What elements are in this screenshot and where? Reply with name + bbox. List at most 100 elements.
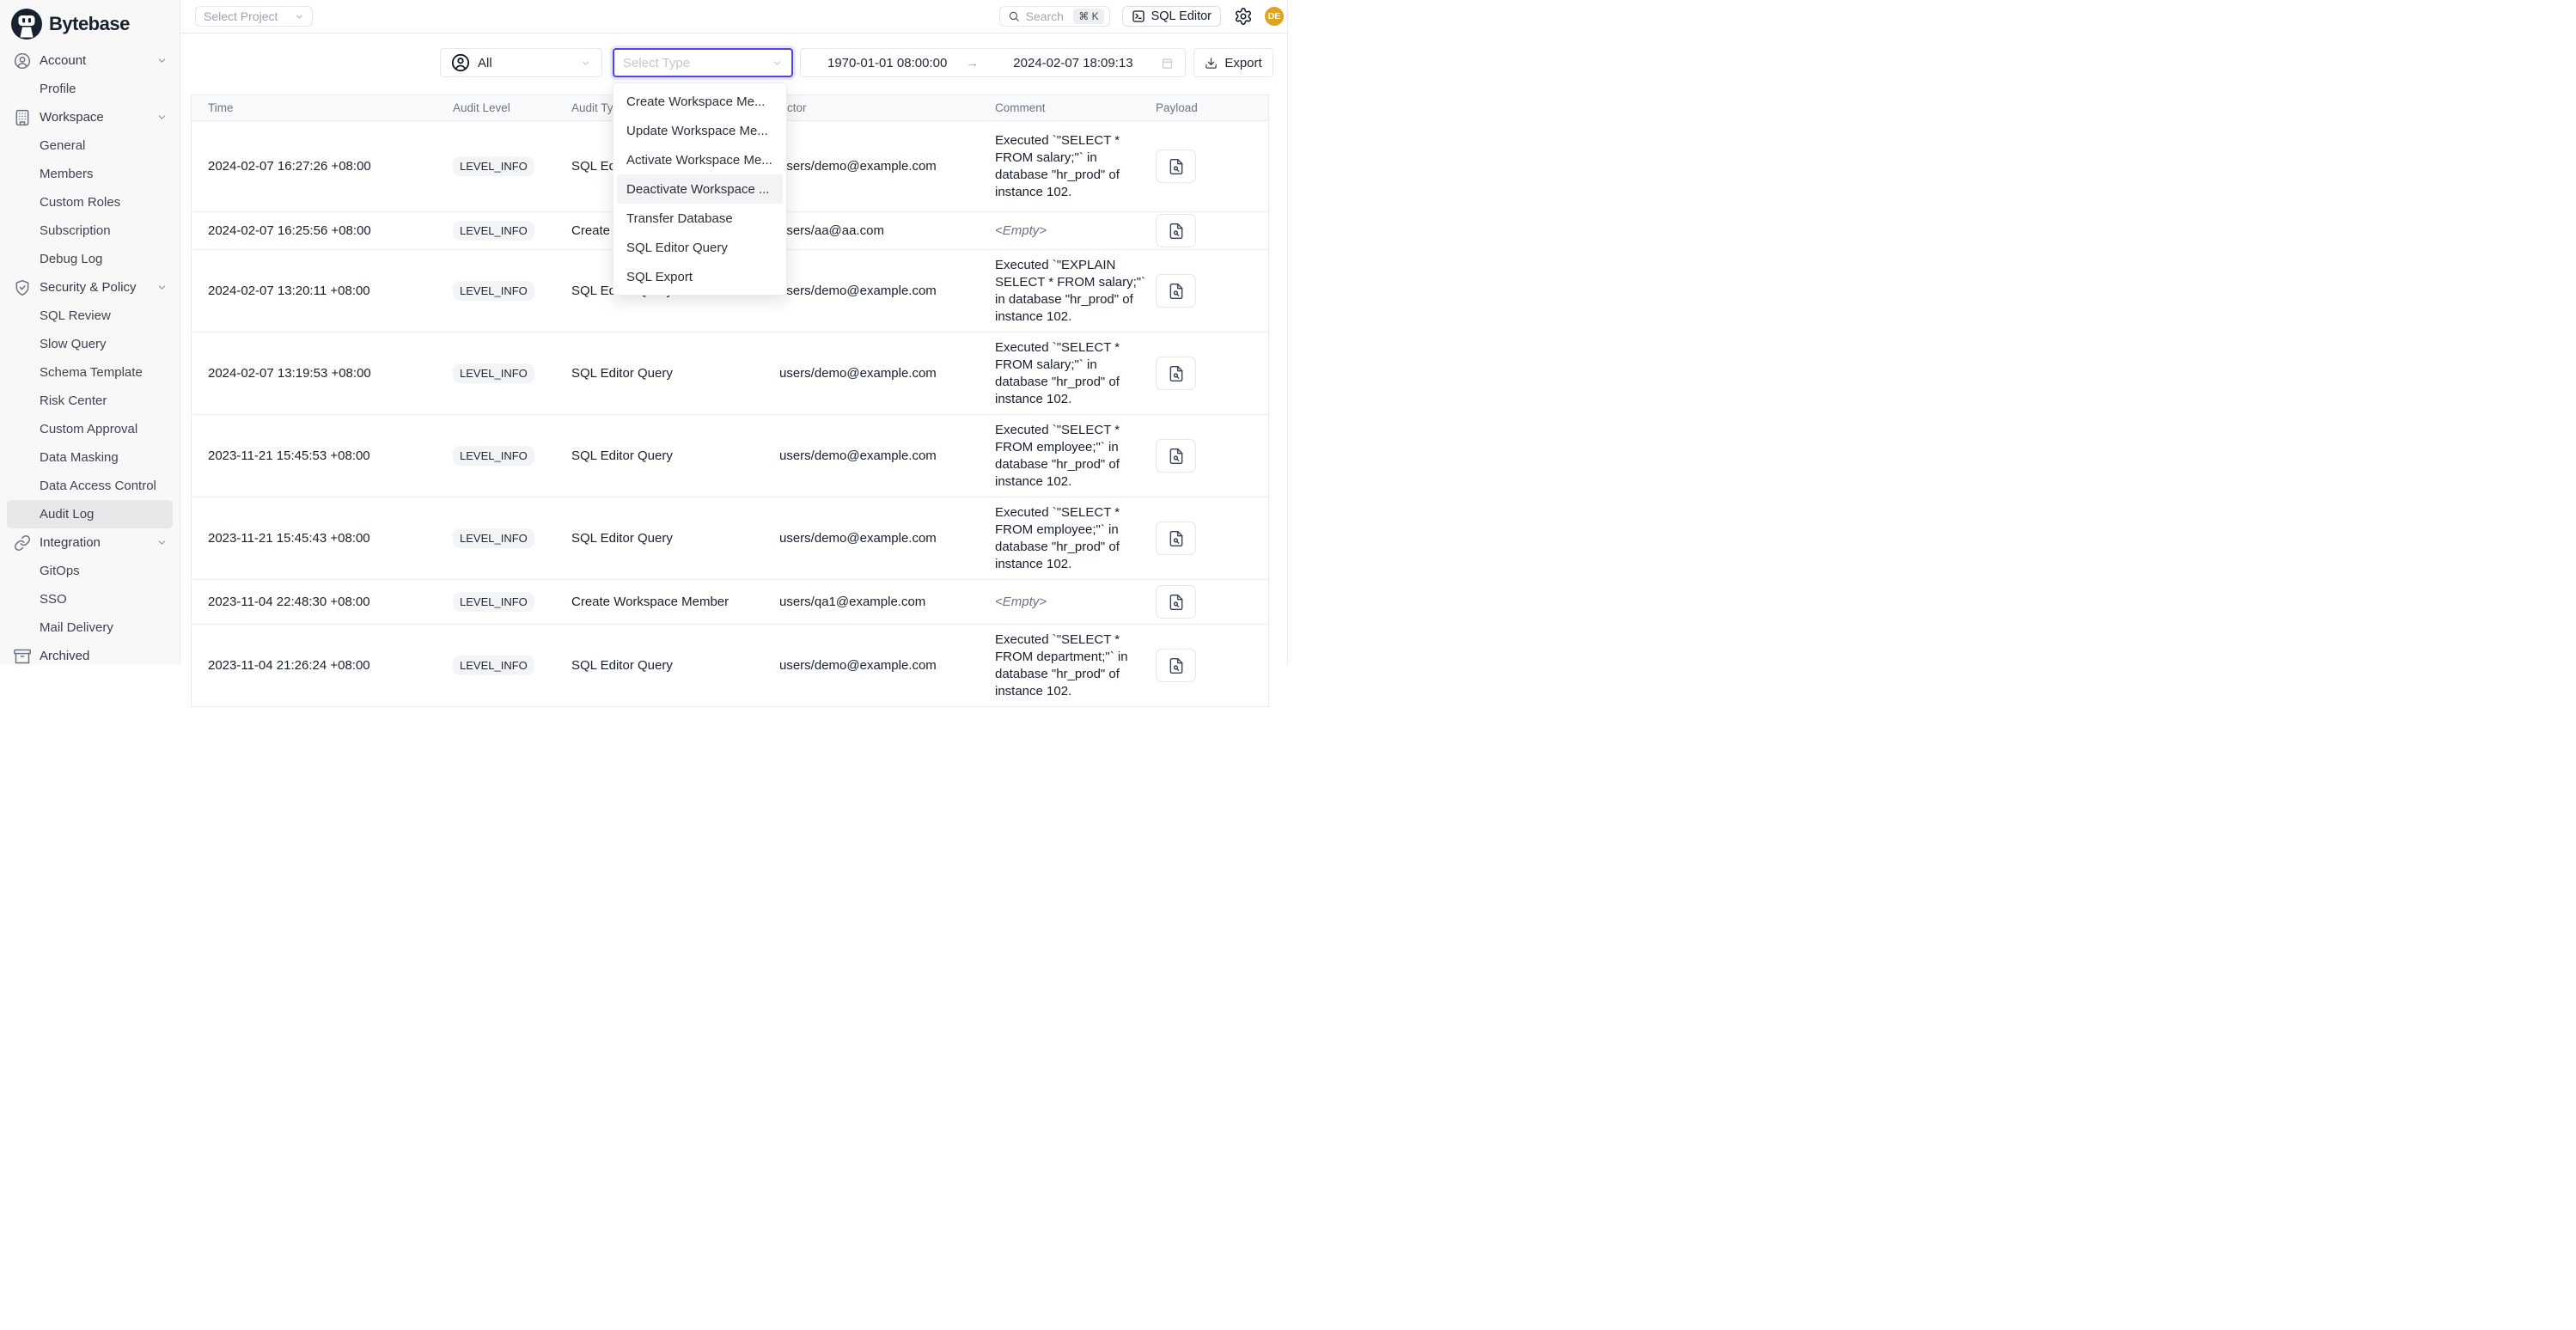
sidebar-item-data-access-control[interactable]: Data Access Control bbox=[0, 472, 180, 500]
cell-comment: Executed `"SELECT * FROM employee;"` in … bbox=[995, 504, 1150, 573]
actor-filter-dropdown[interactable]: All bbox=[440, 48, 602, 77]
sidebar-item-slow-query[interactable]: Slow Query bbox=[0, 330, 180, 358]
type-filter-dropdown[interactable]: Select Type bbox=[613, 48, 793, 77]
link-icon bbox=[14, 534, 31, 552]
actor-filter-value: All bbox=[478, 56, 492, 70]
audit-level-badge: LEVEL_INFO bbox=[453, 656, 534, 675]
user-avatar[interactable]: DE bbox=[1265, 7, 1284, 26]
table-row: 2023-11-21 15:45:43 +08:00 LEVEL_INFO SQ… bbox=[192, 497, 1268, 580]
payload-view-button[interactable] bbox=[1156, 439, 1196, 473]
sidebar-item-data-masking[interactable]: Data Masking bbox=[0, 443, 180, 472]
chevron-down-icon bbox=[580, 58, 591, 69]
cell-time: 2023-11-04 21:26:24 +08:00 bbox=[208, 658, 453, 673]
sidebar-item-general[interactable]: General bbox=[0, 131, 180, 160]
search-input[interactable]: Search ⌘ K bbox=[999, 6, 1110, 27]
export-button[interactable]: Export bbox=[1193, 48, 1273, 77]
download-icon bbox=[1205, 57, 1218, 70]
chevron-down-icon bbox=[772, 58, 783, 69]
sidebar-item-archived[interactable]: Archived bbox=[0, 642, 180, 670]
payload-view-button[interactable] bbox=[1156, 149, 1196, 183]
sidebar-item-label: Archived bbox=[40, 649, 89, 663]
cell-actor: users/demo@example.com bbox=[779, 159, 995, 174]
type-option[interactable]: Create Workspace Me... bbox=[617, 87, 783, 116]
cell-time: 2023-11-21 15:45:53 +08:00 bbox=[208, 448, 453, 463]
sql-editor-button[interactable]: SQL Editor bbox=[1122, 6, 1221, 27]
bytebase-logo[interactable]: Bytebase bbox=[0, 0, 180, 43]
date-to-value[interactable]: 2024-02-07 18:09:13 bbox=[1013, 56, 1132, 70]
chevron-down-icon bbox=[295, 12, 304, 21]
sidebar-item-audit-log[interactable]: Audit Log bbox=[7, 500, 173, 528]
building-icon bbox=[14, 109, 31, 126]
cell-comment: Executed `"SELECT * FROM department;"` i… bbox=[995, 631, 1150, 700]
bytebase-logo-icon bbox=[11, 9, 42, 40]
sidebar-item-members[interactable]: Members bbox=[0, 160, 180, 188]
type-option[interactable]: Activate Workspace Me... bbox=[617, 145, 783, 174]
table-row: 2023-11-21 15:45:53 +08:00 LEVEL_INFO SQ… bbox=[192, 415, 1268, 497]
type-option[interactable]: Update Workspace Me... bbox=[617, 116, 783, 145]
sidebar-item-label: Account bbox=[40, 53, 86, 68]
audit-level-badge: LEVEL_INFO bbox=[453, 592, 534, 612]
audit-level-badge: LEVEL_INFO bbox=[453, 221, 534, 241]
cell-audit-type: SQL Editor Query bbox=[571, 658, 779, 673]
sidebar-item-sql-review[interactable]: SQL Review bbox=[0, 302, 180, 330]
payload-view-button[interactable] bbox=[1156, 522, 1196, 555]
file-search-icon bbox=[1168, 223, 1185, 240]
col-actor: Actor bbox=[779, 101, 995, 114]
sidebar-item-sso[interactable]: SSO bbox=[0, 585, 180, 613]
sidebar-item-security-policy[interactable]: Security & Policy bbox=[0, 273, 180, 302]
col-payload: Payload bbox=[1156, 101, 1268, 114]
sidebar-item-profile[interactable]: Profile bbox=[0, 75, 180, 103]
file-search-icon bbox=[1168, 657, 1185, 674]
audit-log-page: Bytebase Account Profile Workspace Gener… bbox=[0, 0, 1288, 665]
user-circle-icon bbox=[14, 52, 31, 70]
sidebar-item-account[interactable]: Account bbox=[0, 46, 180, 75]
settings-gear-icon[interactable] bbox=[1234, 7, 1253, 26]
cell-comment: Executed `"SELECT * FROM employee;"` in … bbox=[995, 422, 1150, 491]
cell-comment: Executed `"SELECT * FROM salary;"` in da… bbox=[995, 339, 1150, 408]
chevron-down-icon bbox=[156, 537, 168, 548]
type-option[interactable]: SQL Export bbox=[617, 262, 783, 291]
sidebar-item-workspace[interactable]: Workspace bbox=[0, 103, 180, 131]
shield-check-icon bbox=[14, 279, 31, 296]
audit-level-badge: LEVEL_INFO bbox=[453, 156, 534, 176]
payload-view-button[interactable] bbox=[1156, 585, 1196, 619]
payload-view-button[interactable] bbox=[1156, 214, 1196, 247]
payload-view-button[interactable] bbox=[1156, 649, 1196, 682]
audit-level-badge: LEVEL_INFO bbox=[453, 363, 534, 383]
select-project-dropdown[interactable]: Select Project bbox=[195, 6, 313, 27]
audit-level-badge: LEVEL_INFO bbox=[453, 281, 534, 301]
date-from-value[interactable]: 1970-01-01 08:00:00 bbox=[827, 56, 947, 70]
sidebar-item-risk-center[interactable]: Risk Center bbox=[0, 387, 180, 415]
cell-time: 2024-02-07 13:20:11 +08:00 bbox=[208, 284, 453, 298]
window-right-edge bbox=[1287, 0, 1288, 665]
cell-actor: users/demo@example.com bbox=[779, 448, 995, 463]
chevron-down-icon bbox=[156, 112, 168, 123]
sidebar-item-custom-roles[interactable]: Custom Roles bbox=[0, 188, 180, 217]
payload-view-button[interactable] bbox=[1156, 357, 1196, 390]
sidebar-item-schema-template[interactable]: Schema Template bbox=[0, 358, 180, 387]
file-search-icon bbox=[1168, 530, 1185, 547]
date-range-picker[interactable]: 1970-01-01 08:00:00 → 2024-02-07 18:09:1… bbox=[800, 48, 1186, 77]
sidebar-item-integration[interactable]: Integration bbox=[0, 528, 180, 557]
type-filter-placeholder: Select Type bbox=[623, 56, 690, 70]
payload-view-button[interactable] bbox=[1156, 274, 1196, 308]
calendar-icon[interactable] bbox=[1161, 57, 1174, 70]
type-option[interactable]: Transfer Database bbox=[617, 204, 783, 233]
chevron-down-icon bbox=[156, 282, 168, 293]
topbar-actions: Search ⌘ K SQL Editor DE bbox=[999, 6, 1284, 27]
sidebar-item-mail-delivery[interactable]: Mail Delivery bbox=[0, 613, 180, 642]
table-row: 2023-11-04 22:48:30 +08:00 LEVEL_INFO Cr… bbox=[192, 580, 1268, 625]
cell-time: 2023-11-21 15:45:43 +08:00 bbox=[208, 531, 453, 546]
cell-actor: users/demo@example.com bbox=[779, 531, 995, 546]
archive-icon bbox=[14, 648, 31, 665]
sidebar-item-gitops[interactable]: GitOps bbox=[0, 557, 180, 585]
cell-comment: Executed `"SELECT * FROM salary;"` in da… bbox=[995, 132, 1150, 201]
type-option[interactable]: SQL Editor Query bbox=[617, 233, 783, 262]
cell-comment: <Empty> bbox=[995, 594, 1150, 611]
sidebar-item-subscription[interactable]: Subscription bbox=[0, 217, 180, 245]
type-dropdown-menu: Create Workspace Me... Update Workspace … bbox=[613, 82, 787, 296]
cell-actor: users/demo@example.com bbox=[779, 658, 995, 673]
sidebar-item-debug-log[interactable]: Debug Log bbox=[0, 245, 180, 273]
type-option[interactable]: Deactivate Workspace ... bbox=[617, 174, 783, 204]
sidebar-item-custom-approval[interactable]: Custom Approval bbox=[0, 415, 180, 443]
